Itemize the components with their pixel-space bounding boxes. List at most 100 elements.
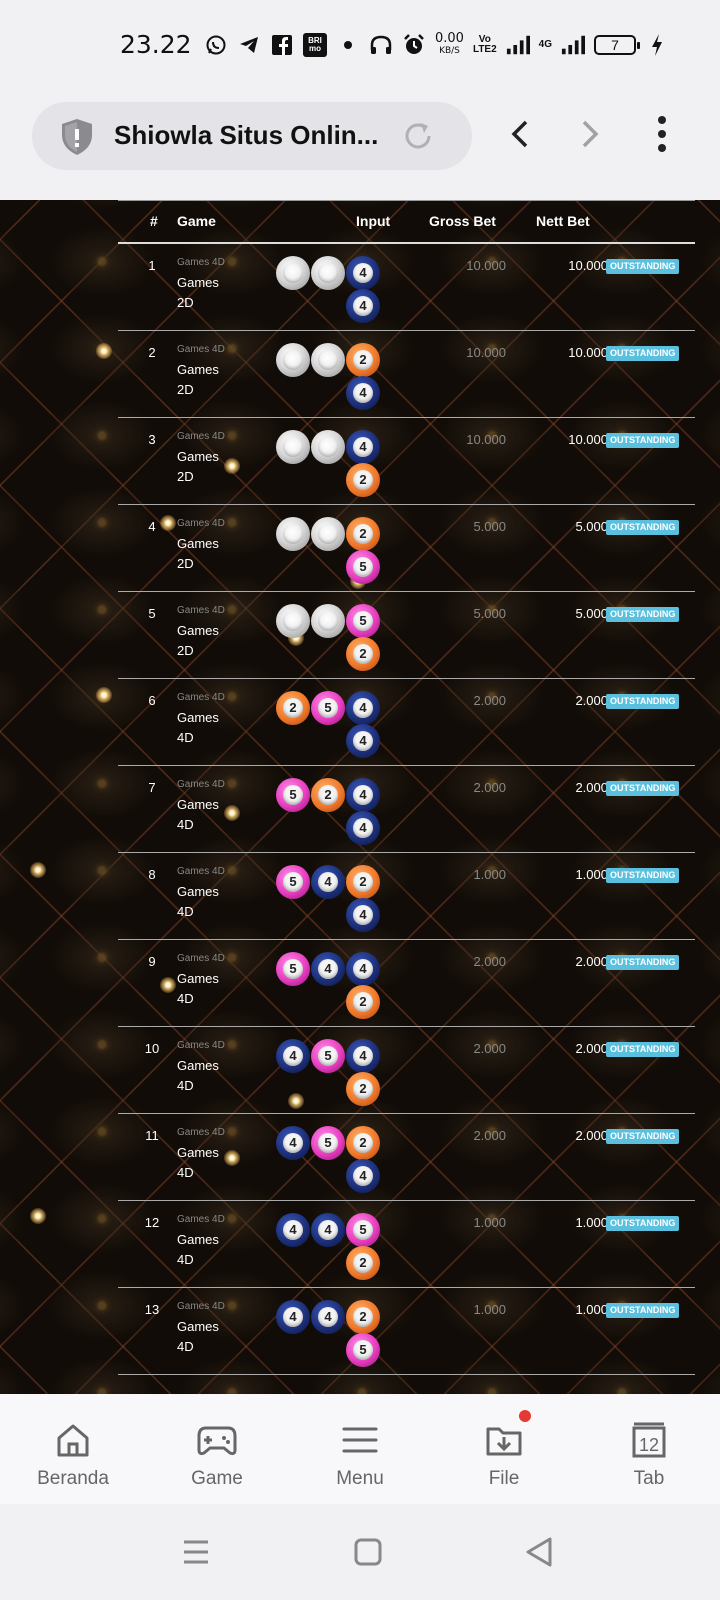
notification-dot [519, 1410, 531, 1422]
nav-game[interactable]: Game [162, 1420, 272, 1490]
shield-icon[interactable] [60, 118, 94, 156]
white-ball [311, 256, 345, 290]
nett-bet: 2.000 [575, 1128, 608, 1143]
ball-number: 5 [353, 557, 373, 577]
charging-icon [645, 33, 669, 57]
row-number: 1 [148, 258, 156, 273]
game-name-line1: Games [177, 536, 219, 551]
telegram-icon [237, 33, 261, 57]
blue-ball: 4 [346, 778, 380, 812]
game-type: Games 4D [177, 1301, 225, 1312]
ball-number: 2 [353, 470, 373, 490]
back-icon[interactable] [506, 114, 534, 154]
status-badge: OUTSTANDING [606, 607, 680, 622]
table-row: 7 Games 4D Games 4D 5 2 4 4 2.000 2.000 OUTSTANDIN… [118, 766, 695, 853]
nett-bet: 2.000 [575, 693, 608, 708]
nav-tab[interactable]: 12 Tab [594, 1420, 704, 1490]
ball-number: 5 [318, 1046, 338, 1066]
ball-number: 4 [353, 296, 373, 316]
ball-number: 4 [353, 731, 373, 751]
ball-number [283, 263, 303, 283]
row-number: 7 [148, 780, 156, 795]
white-ball [311, 604, 345, 638]
ball-number: 2 [283, 698, 303, 718]
blue-ball: 4 [346, 898, 380, 932]
game-name-line2: 2D [177, 643, 194, 658]
status-badge: OUTSTANDING [606, 1303, 680, 1318]
game-name-line1: Games [177, 275, 219, 290]
gross-bet: 2.000 [473, 780, 506, 795]
row-number: 8 [148, 867, 156, 882]
table-row: 5 Games 4D Games 2D 5 2 5.000 5.000 OUTSTANDING [118, 592, 695, 679]
nav-beranda[interactable]: Beranda [18, 1420, 128, 1490]
table-row: 10 Games 4D Games 4D 4 5 4 2 2.000 2.000 OUTSTANDI… [118, 1027, 695, 1114]
forward-icon[interactable] [576, 114, 604, 154]
game-type: Games 4D [177, 518, 225, 529]
nav-menu[interactable]: Menu [305, 1420, 415, 1490]
nav-file[interactable]: File [449, 1410, 559, 1490]
ball-number: 4 [353, 437, 373, 457]
ball-number: 2 [353, 872, 373, 892]
ball-number [318, 350, 338, 370]
game-name-line1: Games [177, 1319, 219, 1334]
game-type: Games 4D [177, 605, 225, 616]
game-name-line1: Games [177, 362, 219, 377]
status-badge: OUTSTANDING [606, 1129, 680, 1144]
table-row: 8 Games 4D Games 4D 5 4 2 4 1.000 1.000 OUTSTANDIN… [118, 853, 695, 940]
status-icons: BRI mo 0.00 KB/S Vo LTE2 4G 7 [204, 30, 669, 60]
network-speed: 0.00 [435, 31, 464, 46]
pink-ball: 5 [276, 865, 310, 899]
ball-number [283, 611, 303, 631]
nav-label: File [488, 1468, 520, 1489]
game-name-line1: Games [177, 971, 219, 986]
ball-number [318, 437, 338, 457]
more-icon[interactable] [650, 114, 674, 154]
nett-bet: 10.000 [568, 258, 608, 273]
table-row: 1 Games 4D Games 2D 4 4 10.000 10.000 OUTSTANDIN… [118, 244, 695, 331]
game-type: Games 4D [177, 257, 225, 268]
blue-ball: 4 [276, 1300, 310, 1334]
blue-ball: 4 [276, 1126, 310, 1160]
ball-number: 4 [353, 818, 373, 838]
row-number: 10 [144, 1041, 160, 1056]
reload-icon[interactable] [400, 118, 436, 154]
blue-ball: 4 [346, 691, 380, 725]
gross-bet: 10.000 [466, 258, 506, 273]
back-triangle-icon[interactable] [520, 1534, 560, 1570]
orange-ball: 2 [346, 1126, 380, 1160]
game-name-line2: 4D [177, 904, 194, 919]
address-bar[interactable]: Shiowla Situs Onlin... [32, 102, 472, 170]
white-ball [276, 256, 310, 290]
game-name-line2: 4D [177, 730, 194, 745]
recents-icon[interactable] [176, 1534, 216, 1570]
game-name-line1: Games [177, 1232, 219, 1247]
blue-ball: 4 [311, 865, 345, 899]
pink-ball: 5 [346, 1333, 380, 1367]
table-row: 9 Games 4D Games 4D 5 4 4 2 2.000 2.000 OUTSTANDIN… [118, 940, 695, 1027]
pink-ball: 5 [346, 604, 380, 638]
home-square-icon[interactable] [348, 1534, 388, 1570]
blue-ball: 4 [346, 256, 380, 290]
nett-bet: 2.000 [575, 780, 608, 795]
row-number: 9 [148, 954, 156, 969]
status-badge: OUTSTANDING [606, 868, 680, 883]
gross-bet: 2.000 [473, 954, 506, 969]
white-ball [276, 604, 310, 638]
signal-icon-2 [561, 33, 586, 57]
game-name-line2: 2D [177, 295, 194, 310]
status-bar: 23.22 BRI mo 0.00 KB/S Vo LTE2 4G 7 [0, 0, 720, 90]
nett-bet: 1.000 [575, 1215, 608, 1230]
pink-ball: 5 [311, 691, 345, 725]
row-number: 13 [144, 1302, 160, 1317]
bet-history-page: # Game Input Gross Bet Nett Bet 1 Games 4… [0, 200, 720, 1394]
game-name: Games 2D [177, 447, 237, 487]
pink-ball: 5 [276, 778, 310, 812]
blue-ball: 4 [346, 430, 380, 464]
ball-number: 4 [353, 1046, 373, 1066]
pink-ball: 5 [346, 1213, 380, 1247]
nett-bet: 10.000 [568, 345, 608, 360]
row-number: 11 [145, 1128, 159, 1143]
nav-label: Beranda [37, 1468, 109, 1489]
blue-ball: 4 [346, 1039, 380, 1073]
game-name-line2: 2D [177, 382, 194, 397]
